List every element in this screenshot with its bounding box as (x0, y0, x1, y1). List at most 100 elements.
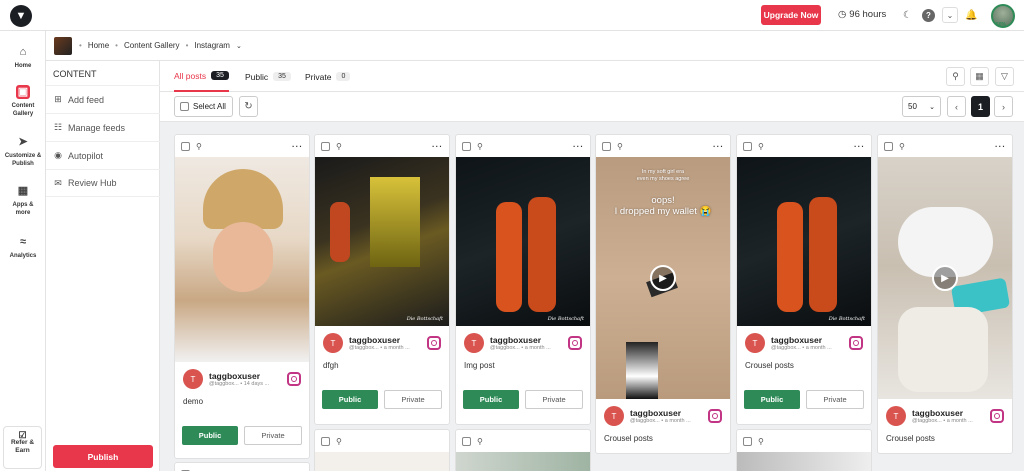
panel-item-review-hub[interactable]: ✉ Review Hub (46, 169, 160, 197)
make-public-button[interactable]: Public (463, 390, 519, 409)
make-public-button[interactable]: Public (322, 390, 378, 409)
play-icon[interactable]: ▶ (650, 265, 676, 291)
tab-label: All posts (174, 70, 207, 81)
worker-shape (330, 202, 350, 262)
post-checkbox[interactable] (462, 436, 471, 446)
post-checkbox[interactable] (743, 436, 752, 446)
post-image[interactable]: Die Bottschaft (737, 157, 871, 326)
chevron-down-icon[interactable]: ⌄ (236, 42, 242, 50)
more-options-icon[interactable]: ··· (573, 142, 584, 151)
sidebar-item-content-gallery[interactable]: ▣ Content Gallery (0, 85, 46, 118)
post-username: taggboxuser (912, 407, 964, 418)
post-video[interactable]: ▶ (878, 157, 1012, 399)
sidebar-item-apps[interactable]: ▦ Apps & more (0, 184, 46, 217)
panel-item-autopilot[interactable]: ◉ Autopilot (46, 141, 160, 169)
post-card[interactable]: ⚲ (455, 429, 591, 471)
post-image[interactable]: Die Bottschaft (456, 157, 590, 326)
tab-public[interactable]: Public 35 (245, 61, 291, 92)
more-options-icon[interactable]: ··· (292, 142, 303, 151)
post-image[interactable]: Die Bottschaft (315, 157, 449, 326)
post-video[interactable]: In my soft girl era even my shoes agree … (596, 157, 730, 399)
calendar-icon[interactable]: ▦ (970, 67, 989, 86)
analytics-icon: ≈ (19, 236, 27, 248)
more-options-icon[interactable]: ··· (713, 142, 724, 151)
sidebar-item-label: Customize & Publish (4, 153, 42, 167)
post-card[interactable]: ⚲ (736, 429, 872, 471)
select-all-checkbox[interactable] (180, 102, 189, 111)
pin-icon[interactable]: ⚲ (758, 437, 764, 446)
play-icon[interactable]: ▶ (932, 265, 958, 291)
search-icon[interactable]: ⚲ (946, 67, 965, 86)
post-card[interactable]: ⚲ ··· Die Bottschaft T taggboxuser @taggbo… (736, 134, 872, 425)
sidebar-item-customize-publish[interactable]: ➤ Customize & Publish (0, 135, 46, 168)
app-logo[interactable]: ▼ (10, 5, 32, 27)
moon-icon[interactable]: ☾ (901, 9, 914, 22)
post-card[interactable]: ⚲ ··· In my soft girl era even my shoes a… (595, 134, 731, 454)
per-page-select[interactable]: 50 ⌄ (902, 96, 941, 117)
post-card[interactable]: ⚲ ··· Die Bottschaft T taggboxuser @taggbo… (455, 134, 591, 425)
pin-icon[interactable]: ⚲ (758, 142, 764, 151)
sidebar-item-analytics[interactable]: ≈ Analytics (0, 235, 46, 260)
select-all-button[interactable]: Select All (174, 96, 233, 117)
make-public-button[interactable]: Public (182, 426, 238, 445)
pin-icon[interactable]: ⚲ (336, 437, 342, 446)
post-caption: Crousel posts (745, 361, 794, 370)
prev-page-button[interactable]: ‹ (947, 96, 966, 117)
post-card[interactable] (174, 462, 310, 471)
face-shape (213, 222, 273, 292)
post-checkbox[interactable] (743, 141, 752, 151)
refer-earn-button[interactable]: ☑ Refer & Earn (3, 426, 42, 469)
publish-button[interactable]: Publish (53, 445, 153, 468)
current-page-button[interactable]: 1 (971, 96, 990, 117)
post-image[interactable] (737, 452, 871, 471)
make-private-button[interactable]: Private (244, 426, 302, 445)
post-image[interactable] (456, 452, 590, 471)
upgrade-now-button[interactable]: Upgrade Now (761, 5, 821, 25)
post-checkbox[interactable] (602, 141, 611, 151)
make-private-button[interactable]: Private (806, 390, 864, 409)
post-checkbox[interactable] (321, 436, 330, 446)
top-bar: ▼ Upgrade Now ◷ 96 hours ☾ ? ⌄ 🔔 50% (0, 0, 1024, 31)
post-checkbox[interactable] (321, 141, 330, 151)
more-options-icon[interactable]: ··· (432, 142, 443, 151)
hours-label: 96 hours (849, 9, 887, 20)
bell-icon[interactable]: 🔔 (965, 9, 978, 22)
post-time: a month ... (805, 344, 832, 351)
post-card[interactable]: ⚲ ··· T taggboxuser @taggbox... • 14 days … (174, 134, 310, 459)
tab-all-posts[interactable]: All posts 35 (174, 61, 229, 92)
refresh-icon[interactable]: ↻ (239, 96, 258, 117)
post-checkbox[interactable] (181, 141, 190, 151)
post-card[interactable]: ⚲ ··· Die Bottschaft T taggboxuser @taggbo… (314, 134, 450, 425)
tab-private[interactable]: Private 0 (305, 61, 351, 92)
breadcrumb-content-gallery[interactable]: Content Gallery (124, 41, 180, 50)
pin-icon[interactable]: ⚲ (196, 142, 202, 151)
chevron-down-icon[interactable]: ⌄ (942, 7, 958, 23)
make-public-button[interactable]: Public (744, 390, 800, 409)
breadcrumb-home[interactable]: Home (88, 41, 109, 50)
post-image[interactable] (175, 157, 309, 362)
post-image[interactable] (315, 452, 449, 471)
filter-icon[interactable]: ▽ (995, 67, 1014, 86)
sidebar-item-home[interactable]: ⌂ Home (0, 45, 46, 70)
count-badge: 35 (273, 72, 291, 81)
post-checkbox[interactable] (462, 141, 471, 151)
help-icon[interactable]: ? (922, 9, 935, 22)
pin-icon[interactable]: ⚲ (336, 142, 342, 151)
post-card[interactable]: ⚲ (314, 429, 450, 471)
next-page-button[interactable]: › (994, 96, 1013, 117)
pin-icon[interactable]: ⚲ (899, 142, 905, 151)
post-checkbox[interactable] (884, 141, 893, 151)
more-options-icon[interactable]: ··· (854, 142, 865, 151)
make-private-button[interactable]: Private (525, 390, 583, 409)
pin-icon[interactable]: ⚲ (477, 142, 483, 151)
panel-item-manage-feeds[interactable]: ☷ Manage feeds (46, 113, 160, 141)
worker-shape (777, 202, 803, 312)
make-private-button[interactable]: Private (384, 390, 442, 409)
post-card[interactable]: ⚲ ··· ▶ T taggboxuser @taggbox... • a mont… (877, 134, 1013, 454)
pin-icon[interactable]: ⚲ (617, 142, 623, 151)
more-options-icon[interactable]: ··· (995, 142, 1006, 151)
per-page-value: 50 (908, 102, 917, 111)
panel-item-add-feed[interactable]: ⊞ Add feed (46, 85, 160, 113)
breadcrumb-instagram[interactable]: Instagram (194, 41, 230, 50)
pin-icon[interactable]: ⚲ (477, 437, 483, 446)
